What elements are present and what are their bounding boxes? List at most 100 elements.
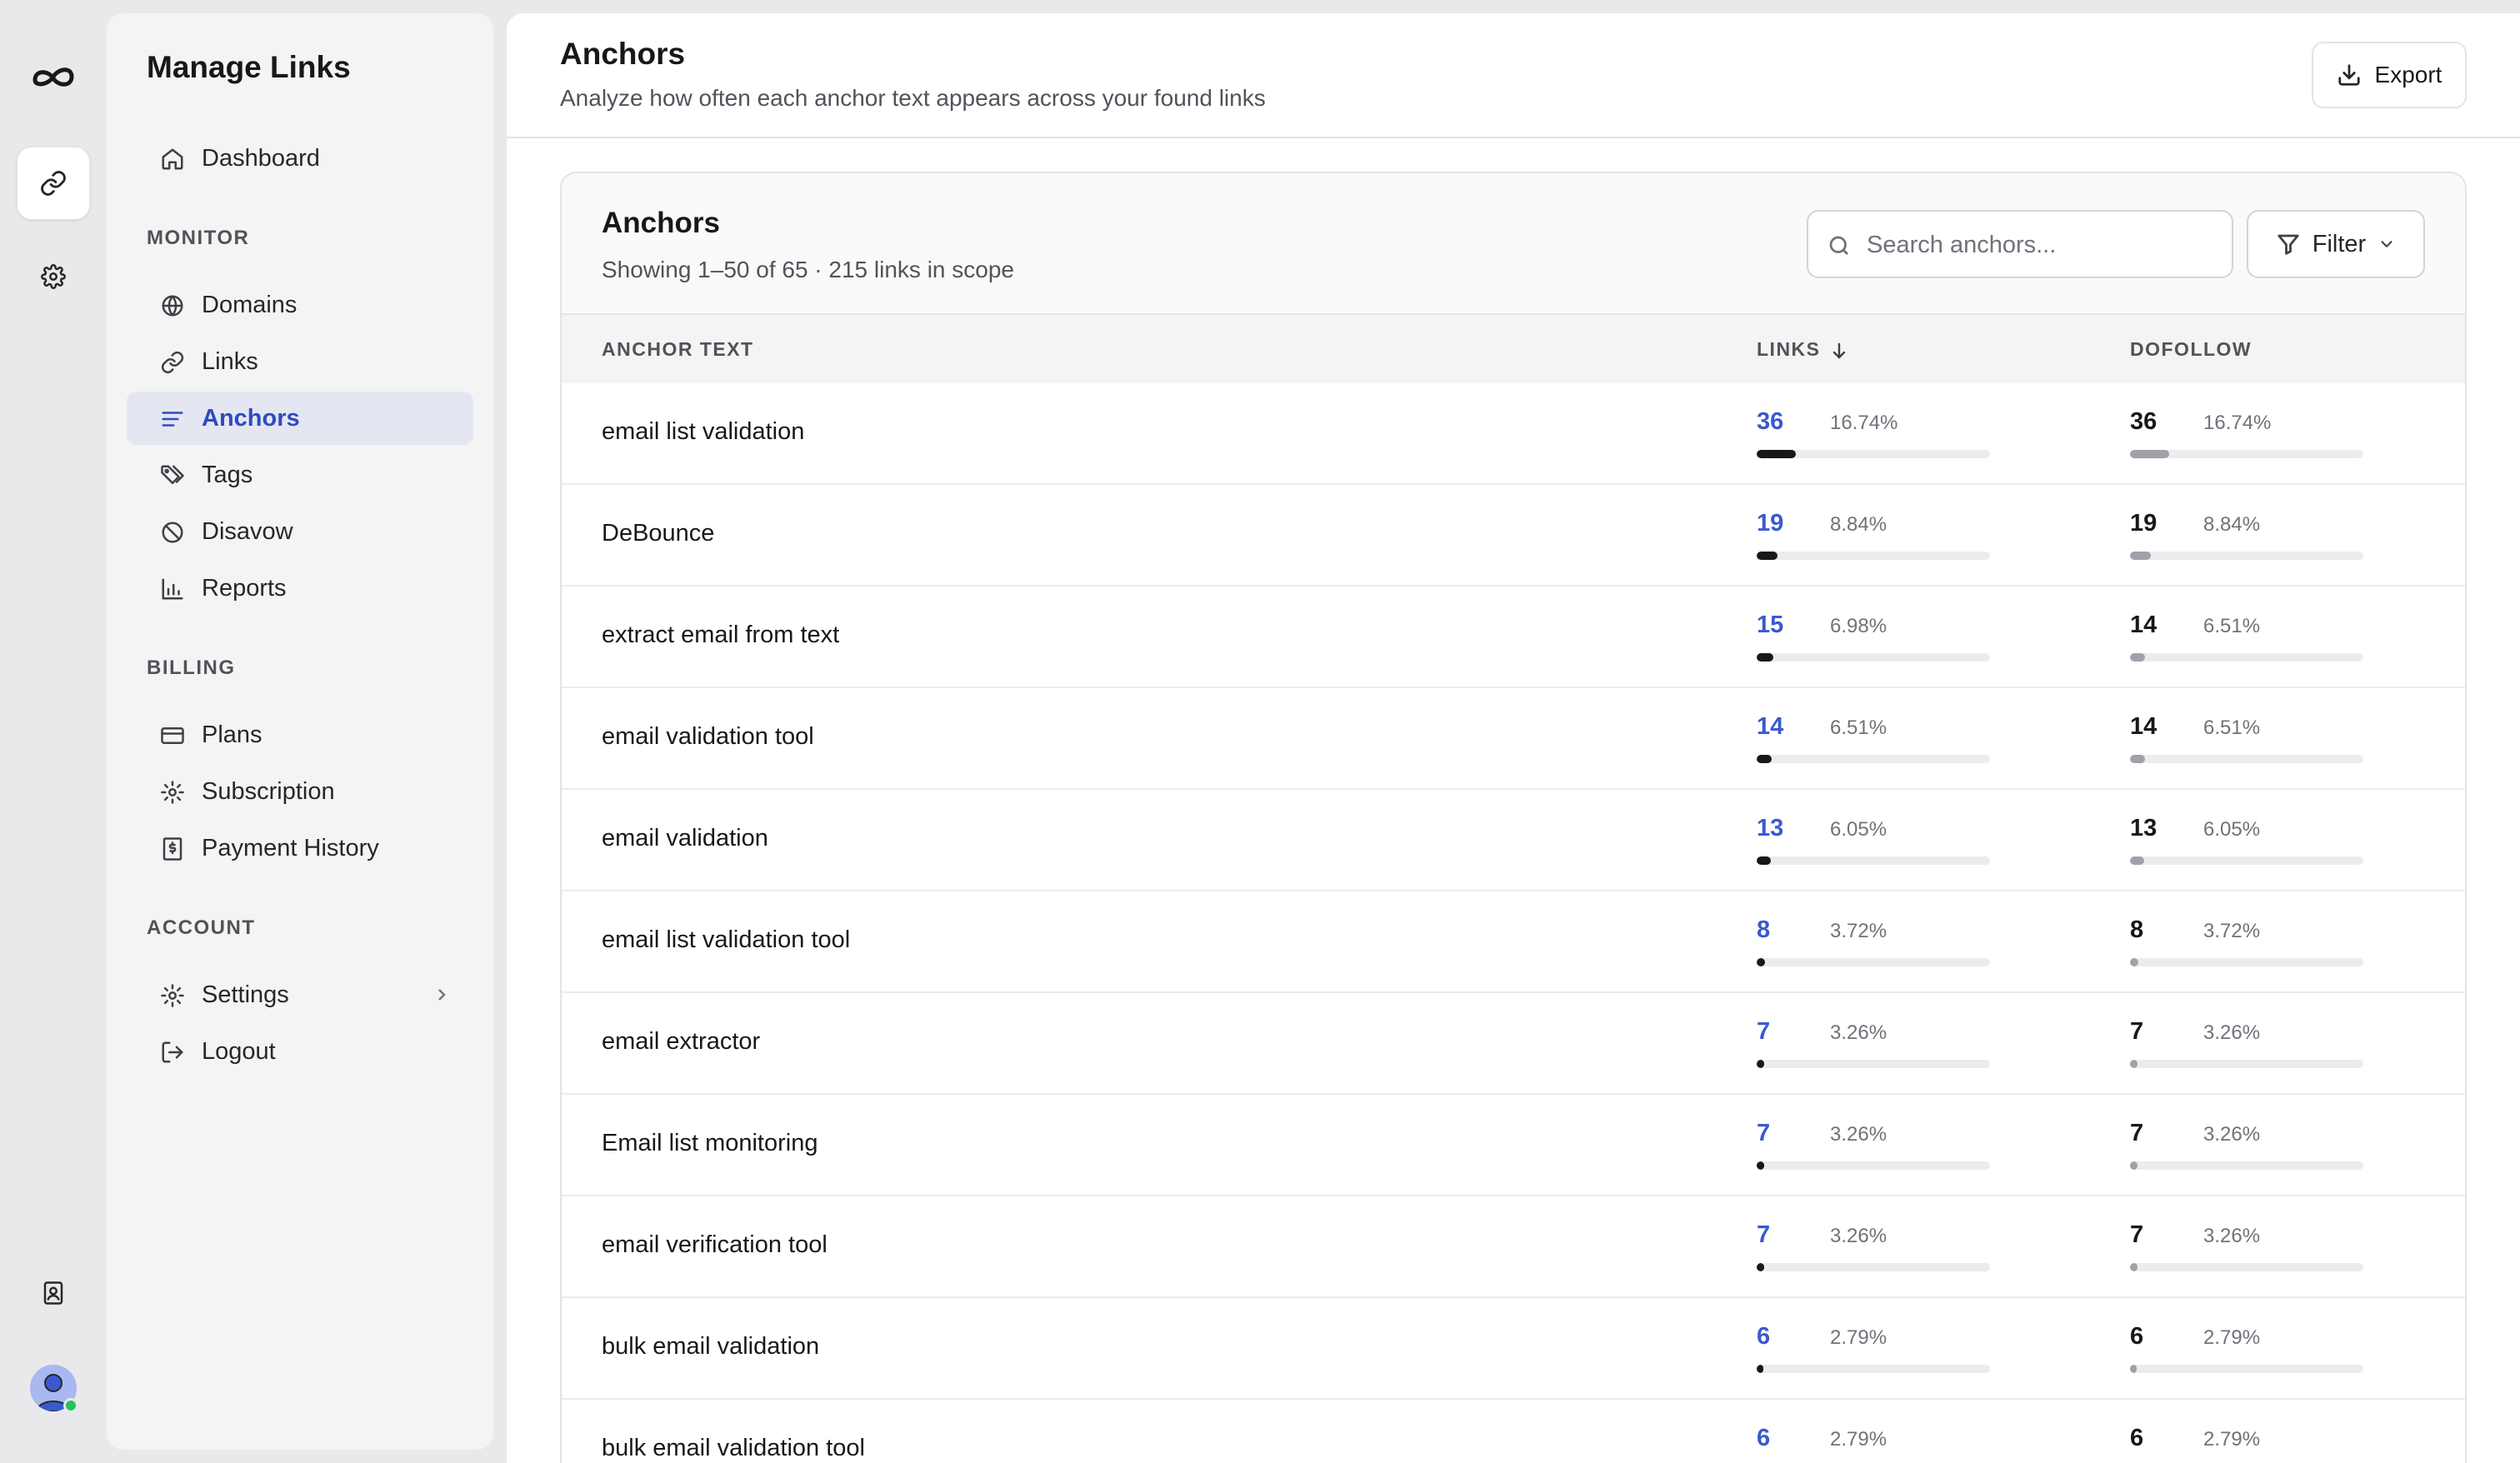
sidebar-item-disavow[interactable]: Disavow bbox=[127, 505, 473, 558]
dofollow-metric: 7 3.26% bbox=[2130, 1120, 2363, 1170]
column-header-anchor-text[interactable]: ANCHOR TEXT bbox=[602, 338, 754, 361]
dofollow-percent: 3.26% bbox=[2203, 1225, 2261, 1247]
download-icon bbox=[2338, 64, 2360, 86]
column-header-links[interactable]: LINKS bbox=[1757, 338, 1849, 361]
dofollow-bar-fill bbox=[2130, 1161, 2138, 1170]
sidebar-item-links[interactable]: Links bbox=[127, 335, 473, 388]
links-bar-track bbox=[1757, 958, 1990, 966]
links-count[interactable]: 15 bbox=[1757, 612, 1783, 639]
links-metric: 14 6.51% bbox=[1757, 713, 1990, 763]
links-count[interactable]: 7 bbox=[1757, 1018, 1770, 1046]
sidebar-item-dashboard[interactable]: Dashboard bbox=[127, 132, 473, 185]
search-box[interactable] bbox=[1807, 210, 2233, 278]
page-subtitle: Analyze how often each anchor text appea… bbox=[560, 85, 1266, 111]
sidebar-item-logout[interactable]: Logout bbox=[127, 1025, 473, 1078]
table-row[interactable]: bulk email validation 6 2.79% 6 2.79% bbox=[562, 1298, 2465, 1400]
dofollow-bar-track bbox=[2130, 1161, 2363, 1170]
table-row[interactable]: email validation tool 14 6.51% 14 6.51% bbox=[562, 688, 2465, 790]
links-metric: 6 2.79% bbox=[1757, 1425, 1990, 1463]
links-count[interactable]: 13 bbox=[1757, 815, 1783, 842]
section-label-monitor: MONITOR bbox=[147, 227, 250, 249]
links-count[interactable]: 19 bbox=[1757, 510, 1783, 537]
links-count[interactable]: 8 bbox=[1757, 916, 1770, 944]
rail-contacts-button[interactable] bbox=[17, 1256, 90, 1330]
table-row[interactable]: email extractor 7 3.26% 7 3.26% bbox=[562, 993, 2465, 1095]
anchor-text-cell: bulk email validation bbox=[602, 1333, 820, 1360]
sidebar-item-plans[interactable]: Plans bbox=[127, 708, 473, 761]
filter-button[interactable]: Filter bbox=[2247, 210, 2425, 278]
contact-book-icon bbox=[43, 1281, 63, 1305]
dofollow-metric: 19 8.84% bbox=[2130, 510, 2363, 560]
main-content: Anchors Analyze how often each anchor te… bbox=[507, 13, 2520, 1463]
sidebar-item-reports[interactable]: Reports bbox=[127, 562, 473, 615]
sidebar-item-label: Reports bbox=[202, 574, 287, 602]
dofollow-bar-fill bbox=[2130, 450, 2169, 458]
links-bar-fill bbox=[1757, 450, 1796, 458]
dofollow-bar-fill bbox=[2130, 1263, 2138, 1271]
sidebar-item-label: Anchors bbox=[202, 404, 300, 432]
table-row[interactable]: email list validation tool 8 3.72% 8 3.72% bbox=[562, 891, 2465, 993]
links-bar-track bbox=[1757, 755, 1990, 763]
links-count[interactable]: 36 bbox=[1757, 408, 1783, 436]
dofollow-bar-track bbox=[2130, 1365, 2363, 1373]
table-row[interactable]: bulk email validation tool 6 2.79% 6 2.79% bbox=[562, 1400, 2465, 1463]
sidebar-item-tags[interactable]: Tags bbox=[127, 448, 473, 502]
sidebar-item-label: Links bbox=[202, 347, 258, 375]
links-bar-fill bbox=[1757, 552, 1778, 560]
globe-icon bbox=[160, 293, 185, 318]
links-metric: 13 6.05% bbox=[1757, 815, 1990, 865]
rail-settings-button[interactable] bbox=[17, 240, 90, 313]
links-percent: 3.72% bbox=[1830, 920, 1888, 942]
app-logo-icon[interactable] bbox=[30, 60, 77, 93]
section-label-account: ACCOUNT bbox=[147, 916, 256, 939]
links-count[interactable]: 6 bbox=[1757, 1323, 1770, 1351]
sidebar-item-label: Dashboard bbox=[202, 144, 320, 172]
table-row[interactable]: email list validation 36 16.74% 36 16.74% bbox=[562, 383, 2465, 485]
links-metric: 15 6.98% bbox=[1757, 612, 1990, 662]
dofollow-count: 14 bbox=[2130, 713, 2158, 740]
links-metric: 8 3.72% bbox=[1757, 916, 1990, 966]
sidebar-item-subscription[interactable]: Subscription bbox=[127, 765, 473, 818]
table-row[interactable]: DeBounce 19 8.84% 19 8.84% bbox=[562, 485, 2465, 587]
links-percent: 2.79% bbox=[1830, 1428, 1888, 1451]
links-bar-fill bbox=[1757, 958, 1766, 966]
table-row[interactable]: Email list monitoring 7 3.26% 7 3.26% bbox=[562, 1095, 2465, 1196]
anchor-text-cell: email extractor bbox=[602, 1028, 761, 1055]
dofollow-bar-fill bbox=[2130, 755, 2146, 763]
links-metric: 7 3.26% bbox=[1757, 1018, 1990, 1068]
online-status-dot bbox=[63, 1398, 78, 1413]
links-count[interactable]: 14 bbox=[1757, 713, 1783, 741]
table-row[interactable]: extract email from text 15 6.98% 14 6.51% bbox=[562, 587, 2465, 688]
links-count[interactable]: 6 bbox=[1757, 1425, 1770, 1452]
table-row[interactable]: email validation 13 6.05% 13 6.05% bbox=[562, 790, 2465, 891]
dofollow-count: 7 bbox=[2130, 1120, 2144, 1146]
links-metric: 6 2.79% bbox=[1757, 1323, 1990, 1373]
dofollow-bar-fill bbox=[2130, 1365, 2137, 1373]
column-header-dofollow[interactable]: DOFOLLOW bbox=[2130, 338, 2252, 361]
dofollow-metric: 7 3.26% bbox=[2130, 1018, 2363, 1068]
rail-links-button[interactable] bbox=[17, 147, 90, 220]
dofollow-bar-track bbox=[2130, 552, 2363, 560]
links-count[interactable]: 7 bbox=[1757, 1221, 1770, 1249]
app-brand-title: Manage Links bbox=[147, 50, 351, 84]
links-count[interactable]: 7 bbox=[1757, 1120, 1770, 1147]
dofollow-metric: 14 6.51% bbox=[2130, 713, 2363, 763]
sort-descending-icon bbox=[1832, 342, 1845, 359]
logout-icon bbox=[160, 1040, 185, 1065]
table-row[interactable]: email verification tool 7 3.26% 7 3.26% bbox=[562, 1196, 2465, 1298]
chevron-right-icon bbox=[433, 986, 450, 1003]
links-bar-track bbox=[1757, 1263, 1990, 1271]
sidebar-item-anchors[interactable]: Anchors bbox=[127, 392, 473, 445]
links-percent: 3.26% bbox=[1830, 1225, 1888, 1247]
table-body: email list validation 36 16.74% 36 16.74% DeB… bbox=[562, 383, 2465, 1463]
links-bar-fill bbox=[1757, 1060, 1765, 1068]
sidebar-item-domains[interactable]: Domains bbox=[127, 278, 473, 332]
filter-button-label: Filter bbox=[2312, 230, 2367, 257]
links-bar-track bbox=[1757, 653, 1990, 662]
search-input[interactable] bbox=[1867, 227, 2217, 263]
dofollow-bar-fill bbox=[2130, 653, 2146, 662]
sidebar-item-settings[interactable]: Settings bbox=[127, 968, 473, 1021]
sidebar-item-payment-history[interactable]: Payment History bbox=[127, 821, 473, 875]
export-button[interactable]: Export bbox=[2312, 42, 2467, 108]
anchor-text-cell: DeBounce bbox=[602, 520, 715, 547]
